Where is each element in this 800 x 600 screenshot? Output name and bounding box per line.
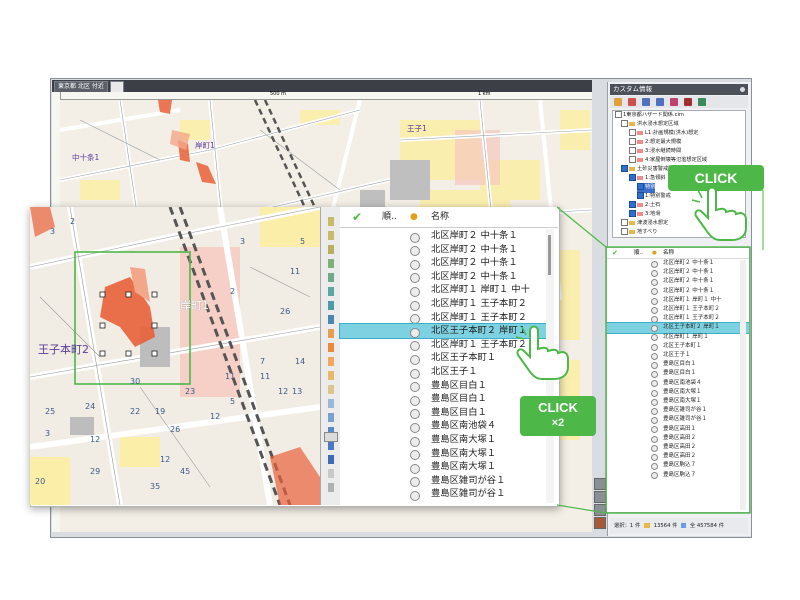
double-click-sub: ×2 [551,417,565,429]
connector-lines [556,190,764,514]
hand-cursor-icon [691,186,747,241]
double-click-callout: CLICK ×2 [520,396,596,436]
click-callout-text: CLICK [694,170,738,186]
hand-cursor-double-icon [515,325,569,380]
double-click-text: CLICK [538,400,578,415]
